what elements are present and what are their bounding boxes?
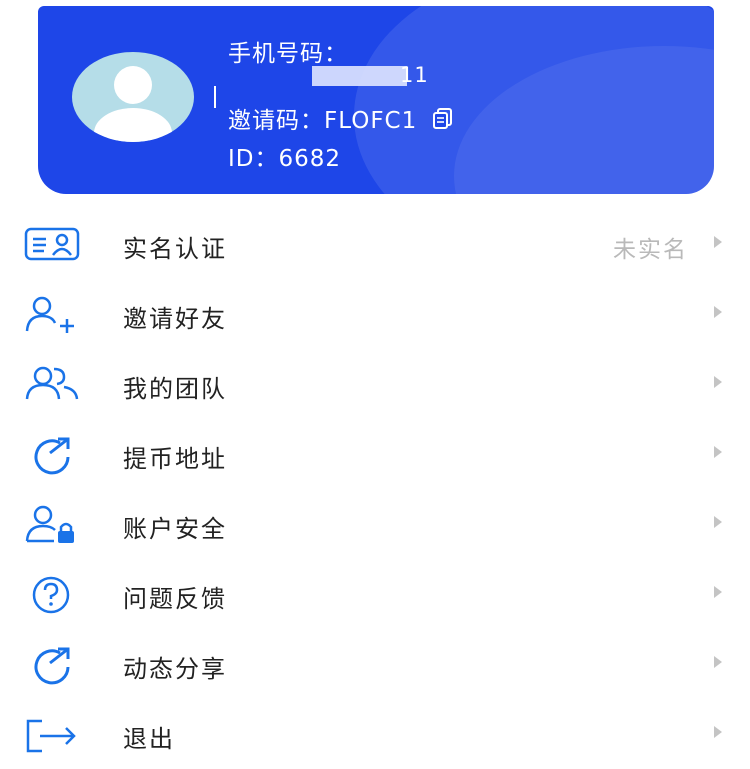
- phone-value: 11: [400, 63, 429, 87]
- team-icon: [24, 365, 80, 405]
- phone-label: 手机号码：: [228, 41, 348, 67]
- user-id: ID：6682: [228, 146, 342, 172]
- avatar[interactable]: [72, 52, 194, 142]
- chevron-right-icon: [714, 656, 722, 668]
- share-arrow-icon: [24, 645, 80, 685]
- logout-icon: [24, 715, 80, 755]
- phone-redaction: [312, 66, 407, 86]
- chevron-right-icon: [714, 236, 722, 248]
- id-card-icon: [24, 225, 80, 265]
- menu-item-logout[interactable]: 退出: [0, 699, 750, 769]
- menu-item-feedback[interactable]: 问题反馈: [0, 559, 750, 629]
- menu-item-label: 我的团队: [123, 375, 227, 403]
- chevron-right-icon: [714, 516, 722, 528]
- verification-status: 未实名: [613, 237, 688, 263]
- share-arrow-icon: [24, 435, 80, 475]
- text-cursor: [214, 86, 216, 108]
- menu-item-account-security[interactable]: 账户安全: [0, 489, 750, 559]
- chevron-right-icon: [714, 726, 722, 738]
- avatar-head-shape: [114, 66, 152, 104]
- menu-item-label: 账户安全: [123, 515, 227, 543]
- menu-item-label: 实名认证: [123, 235, 227, 263]
- menu-item-withdraw-address[interactable]: 提币地址: [0, 419, 750, 489]
- copy-icon[interactable]: [431, 106, 455, 130]
- menu-item-invite-friends[interactable]: 邀请好友: [0, 279, 750, 349]
- invite-code-line: 邀请码：FLOFC1: [228, 101, 455, 135]
- menu-item-label: 提币地址: [123, 445, 227, 473]
- chevron-right-icon: [714, 376, 722, 388]
- menu-item-share[interactable]: 动态分享: [0, 629, 750, 699]
- invite-code-text: 邀请码：FLOFC1: [228, 108, 418, 134]
- user-lock-icon: [24, 505, 80, 545]
- menu-item-label: 邀请好友: [123, 305, 227, 333]
- question-icon: [24, 575, 80, 615]
- menu-item-my-team[interactable]: 我的团队: [0, 349, 750, 419]
- menu-item-real-name[interactable]: 实名认证 未实名: [0, 209, 750, 279]
- menu-item-label: 问题反馈: [123, 585, 227, 613]
- menu-list: 实名认证 未实名 邀请好友 我的团队 提币地址 账户安全 问题反馈 动态分享 退…: [0, 209, 750, 769]
- avatar-body-shape: [94, 108, 172, 142]
- menu-item-label: 退出: [123, 725, 175, 753]
- menu-item-label: 动态分享: [123, 655, 227, 683]
- chevron-right-icon: [714, 446, 722, 458]
- add-user-icon: [24, 295, 80, 335]
- chevron-right-icon: [714, 306, 722, 318]
- chevron-right-icon: [714, 586, 722, 598]
